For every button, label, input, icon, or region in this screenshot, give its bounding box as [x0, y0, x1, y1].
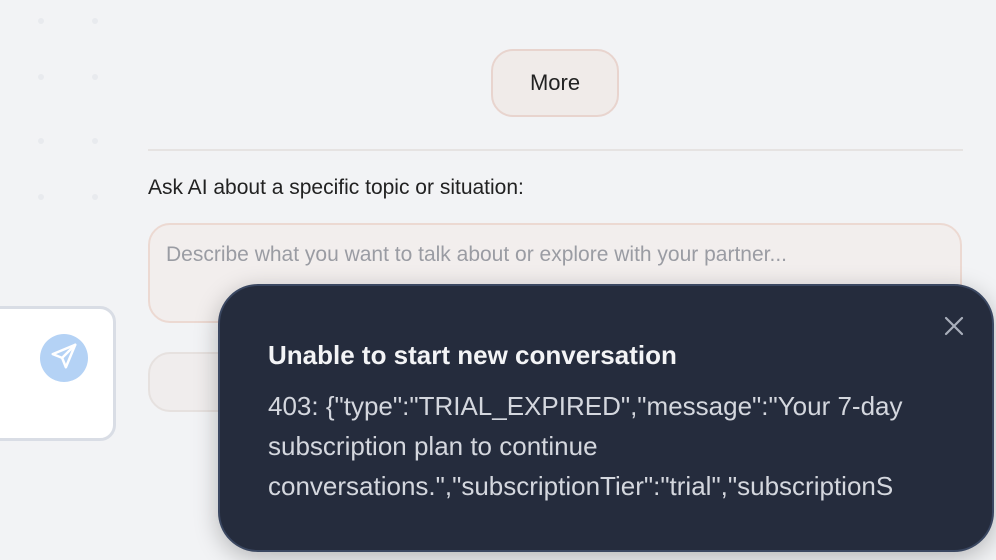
- background-decoration: [30, 10, 120, 210]
- toast-line: subscription plan to continue: [268, 431, 598, 461]
- toast-line: conversations.","subscriptionTier":"tria…: [268, 471, 894, 501]
- more-button[interactable]: More: [491, 49, 619, 117]
- ask-ai-label: Ask AI about a specific topic or situati…: [148, 176, 524, 199]
- section-divider: [148, 149, 963, 151]
- close-icon: [943, 315, 965, 342]
- error-toast: Unable to start new conversation 403: {"…: [218, 284, 994, 552]
- toast-title: Unable to start new conversation: [268, 340, 677, 370]
- toast-line: 403: {"type":"TRIAL_EXPIRED","message":"…: [268, 391, 903, 421]
- paper-plane-icon: [49, 341, 79, 376]
- toast-close-button[interactable]: [940, 314, 968, 342]
- toast-message: 403: {"type":"TRIAL_EXPIRED","message":"…: [268, 386, 992, 506]
- send-button[interactable]: [40, 334, 88, 382]
